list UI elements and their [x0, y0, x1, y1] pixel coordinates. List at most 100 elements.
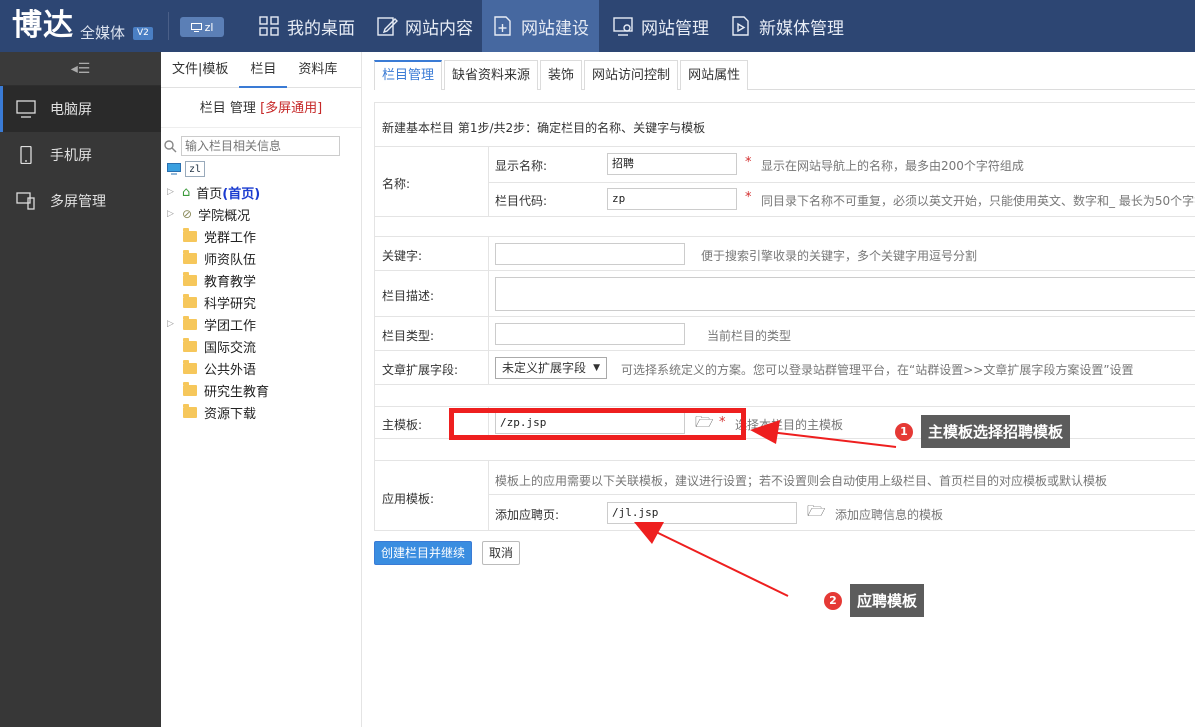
- tab-site-properties[interactable]: 网站属性: [680, 60, 749, 90]
- tab-default-source[interactable]: 缺省资料来源: [444, 60, 539, 90]
- column-code-hint: 同目录下名称不可重复，必须以英文开始，只能使用英文、数字和_ 最长为50个字符: [761, 194, 1195, 208]
- name-label: 名称:: [382, 177, 411, 191]
- tree-root[interactable]: zl: [167, 161, 206, 177]
- required-marker: *: [745, 155, 752, 170]
- tree-node-label: 党群工作: [204, 230, 257, 246]
- app-template-row: 应用模板: 模板上的应用需要以下关联模板，建议进行设置；若不设置则会自动使用上级…: [374, 461, 1195, 531]
- tree-node-label: 学院概况: [198, 208, 251, 224]
- ext-hint: 可选择系统定义的方案。您可以登录站群管理平台，在“站群设置>>文章扩展字段方案设…: [621, 363, 1134, 377]
- expand-arrow-icon[interactable]: ▷: [167, 319, 179, 329]
- expand-arrow-icon[interactable]: ▷: [167, 209, 179, 219]
- apply-page-label: 添加应聘页:: [495, 508, 560, 522]
- folder-icon: [183, 271, 197, 286]
- folder-icon: [183, 337, 197, 352]
- keywords-input[interactable]: [495, 243, 685, 265]
- tab-library[interactable]: 资料库: [287, 52, 348, 88]
- tree-node-label: 首页: [196, 186, 223, 202]
- app-template-label: 应用模板:: [382, 492, 435, 506]
- display-name-hint: 显示在网站导航上的名称，最多由200个字符组成: [761, 159, 1024, 173]
- type-row: 栏目类型: 当前栏目的类型: [374, 317, 1195, 351]
- folder-icon: [183, 227, 197, 242]
- ext-select[interactable]: 未定义扩展字段 ▼: [495, 357, 607, 379]
- tree-root-label: zl: [185, 161, 206, 177]
- multiscreen-icon: [16, 192, 35, 210]
- sidebar-item-mobile[interactable]: 手机屏: [0, 132, 161, 178]
- tree-list: ▷ ⌂ 首页 (首页) ▷ ⊘ 学院概况 党群工作 师资队伍 教育教学 科学研究 ▷ 学团工…: [167, 181, 269, 423]
- ext-select-value: 未定义扩展字段: [502, 361, 587, 375]
- annotation-text: 主模板选择招聘模板: [921, 415, 1071, 448]
- create-column-button[interactable]: 创建栏目并继续: [374, 541, 473, 565]
- folder-icon: [183, 315, 197, 330]
- tab-column-manage[interactable]: 栏目管理: [374, 60, 443, 90]
- tree-node-label: 科学研究: [204, 296, 257, 312]
- sidebar-item-label: 多屏管理: [50, 194, 106, 210]
- description-textarea[interactable]: [495, 277, 1195, 311]
- tree-node[interactable]: 教育教学: [167, 269, 269, 291]
- search-icon[interactable]: [164, 139, 177, 153]
- tree-node[interactable]: 科学研究: [167, 291, 269, 313]
- annotation-number: 2: [824, 591, 842, 610]
- tree-node[interactable]: 公共外语: [167, 357, 269, 379]
- sidebar-item-pc[interactable]: 电脑屏: [0, 86, 161, 132]
- type-hint: 当前栏目的类型: [707, 329, 792, 343]
- dropdown-arrow-icon: ▼: [593, 363, 600, 373]
- description-row: 栏目描述:: [374, 271, 1195, 317]
- tree-title-tag: [多屏通用]: [260, 101, 323, 116]
- site-selector-button[interactable]: zl: [180, 17, 224, 37]
- nav-label: 网站建设: [521, 18, 589, 39]
- cancel-button[interactable]: 取消: [482, 541, 521, 565]
- column-form: 新建基本栏目 第1步/共2步：确定栏目的名称、关键字与模板 名称: 显示名称: …: [374, 102, 1195, 565]
- grid-icon: [259, 16, 279, 36]
- column-code-input[interactable]: zp: [607, 188, 737, 210]
- tree-node[interactable]: 师资队伍: [167, 247, 269, 269]
- description-label: 栏目描述:: [382, 289, 435, 303]
- nav-label: 我的桌面: [287, 18, 355, 39]
- tree-node[interactable]: ▷ 学团工作: [167, 313, 269, 335]
- open-folder-icon[interactable]: 🗁: [807, 501, 826, 526]
- keywords-row: 关键字: 便于搜索引擎收录的关键字，多个关键字用逗号分割: [374, 237, 1195, 271]
- folder-icon: [183, 249, 197, 264]
- folder-icon: [183, 403, 197, 418]
- version-badge: V2: [133, 27, 153, 40]
- nav-site-content[interactable]: 网站内容: [366, 0, 483, 52]
- expand-arrow-icon[interactable]: ▷: [167, 187, 179, 197]
- type-input[interactable]: [495, 323, 685, 345]
- ext-label: 文章扩展字段:: [382, 363, 459, 377]
- tree-node[interactable]: 研究生教育: [167, 379, 269, 401]
- tree-search-input[interactable]: [181, 136, 340, 156]
- keywords-hint: 便于搜索引擎收录的关键字，多个关键字用逗号分割: [701, 249, 978, 263]
- collapse-menu-icon[interactable]: ◂☰: [0, 52, 161, 86]
- nav-my-desktop[interactable]: 我的桌面: [248, 0, 365, 52]
- sidebar-item-multiscreen[interactable]: 多屏管理: [0, 178, 161, 224]
- main-panel: 栏目管理 缺省资料来源 装饰 网站访问控制 网站属性 新建基本栏目 第1步/共2…: [362, 52, 1195, 727]
- tab-columns[interactable]: 栏目: [239, 52, 288, 88]
- tree-node-suffix: (首页): [222, 186, 261, 202]
- app-template-note: 模板上的应用需要以下关联模板，建议进行设置；若不设置则会自动使用上级栏目、首页栏…: [495, 474, 1108, 488]
- tree-node-label: 学团工作: [204, 318, 257, 334]
- tree-panel: 文件|模板 栏目 资料库 栏目 管理 [多屏通用] zl ▷⌂首页(首页) ▷⊘…: [161, 52, 362, 727]
- annotation-2: 2 应聘模板: [824, 584, 925, 617]
- nav-site-manage[interactable]: 网站管理: [602, 0, 719, 52]
- tree-node[interactable]: 资源下载: [167, 401, 269, 423]
- monitor-icon: [167, 163, 181, 175]
- add-page-icon: [494, 16, 511, 36]
- tree-node[interactable]: ▷ ⌂ 首页 (首页): [167, 181, 269, 203]
- top-bar: 博达 全媒体 V2 zl 我的桌面 网站内容 网站建设 网站管理 新媒体管理: [0, 0, 1195, 52]
- apply-page-input[interactable]: /jl.jsp: [607, 502, 797, 524]
- folder-icon: [183, 381, 197, 396]
- step-row: 新建基本栏目 第1步/共2步：确定栏目的名称、关键字与模板: [374, 103, 1195, 147]
- tab-files-templates[interactable]: 文件|模板: [161, 52, 239, 88]
- nav-new-media[interactable]: 新媒体管理: [720, 0, 854, 52]
- required-marker: *: [745, 190, 752, 205]
- tree-node[interactable]: 党群工作: [167, 225, 269, 247]
- tab-access-control[interactable]: 网站访问控制: [584, 60, 679, 90]
- nav-site-build[interactable]: 网站建设: [482, 0, 599, 52]
- display-name-input[interactable]: 招聘: [607, 153, 737, 175]
- tree-node[interactable]: 国际交流: [167, 335, 269, 357]
- phone-icon: [20, 146, 32, 164]
- tree-node[interactable]: ▷ ⊘ 学院概况: [167, 203, 269, 225]
- logo: 博达: [12, 8, 74, 43]
- tab-decoration[interactable]: 装饰: [540, 60, 583, 90]
- apply-page-hint: 添加应聘信息的模板: [835, 508, 944, 522]
- tree-title: 栏目 管理 [多屏通用]: [161, 88, 361, 128]
